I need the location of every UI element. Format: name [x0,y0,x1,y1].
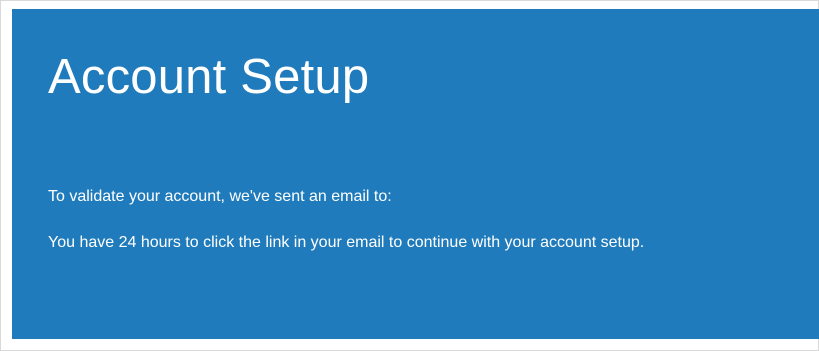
deadline-message: You have 24 hours to click the link in y… [48,234,645,251]
account-setup-panel: Account Setup To validate your account, … [12,9,819,339]
page-frame: Account Setup To validate your account, … [0,0,819,351]
page-title: Account Setup [48,50,370,104]
validation-message-text: To validate your account, we've sent an … [48,188,392,205]
validation-message: To validate your account, we've sent an … [48,185,748,209]
